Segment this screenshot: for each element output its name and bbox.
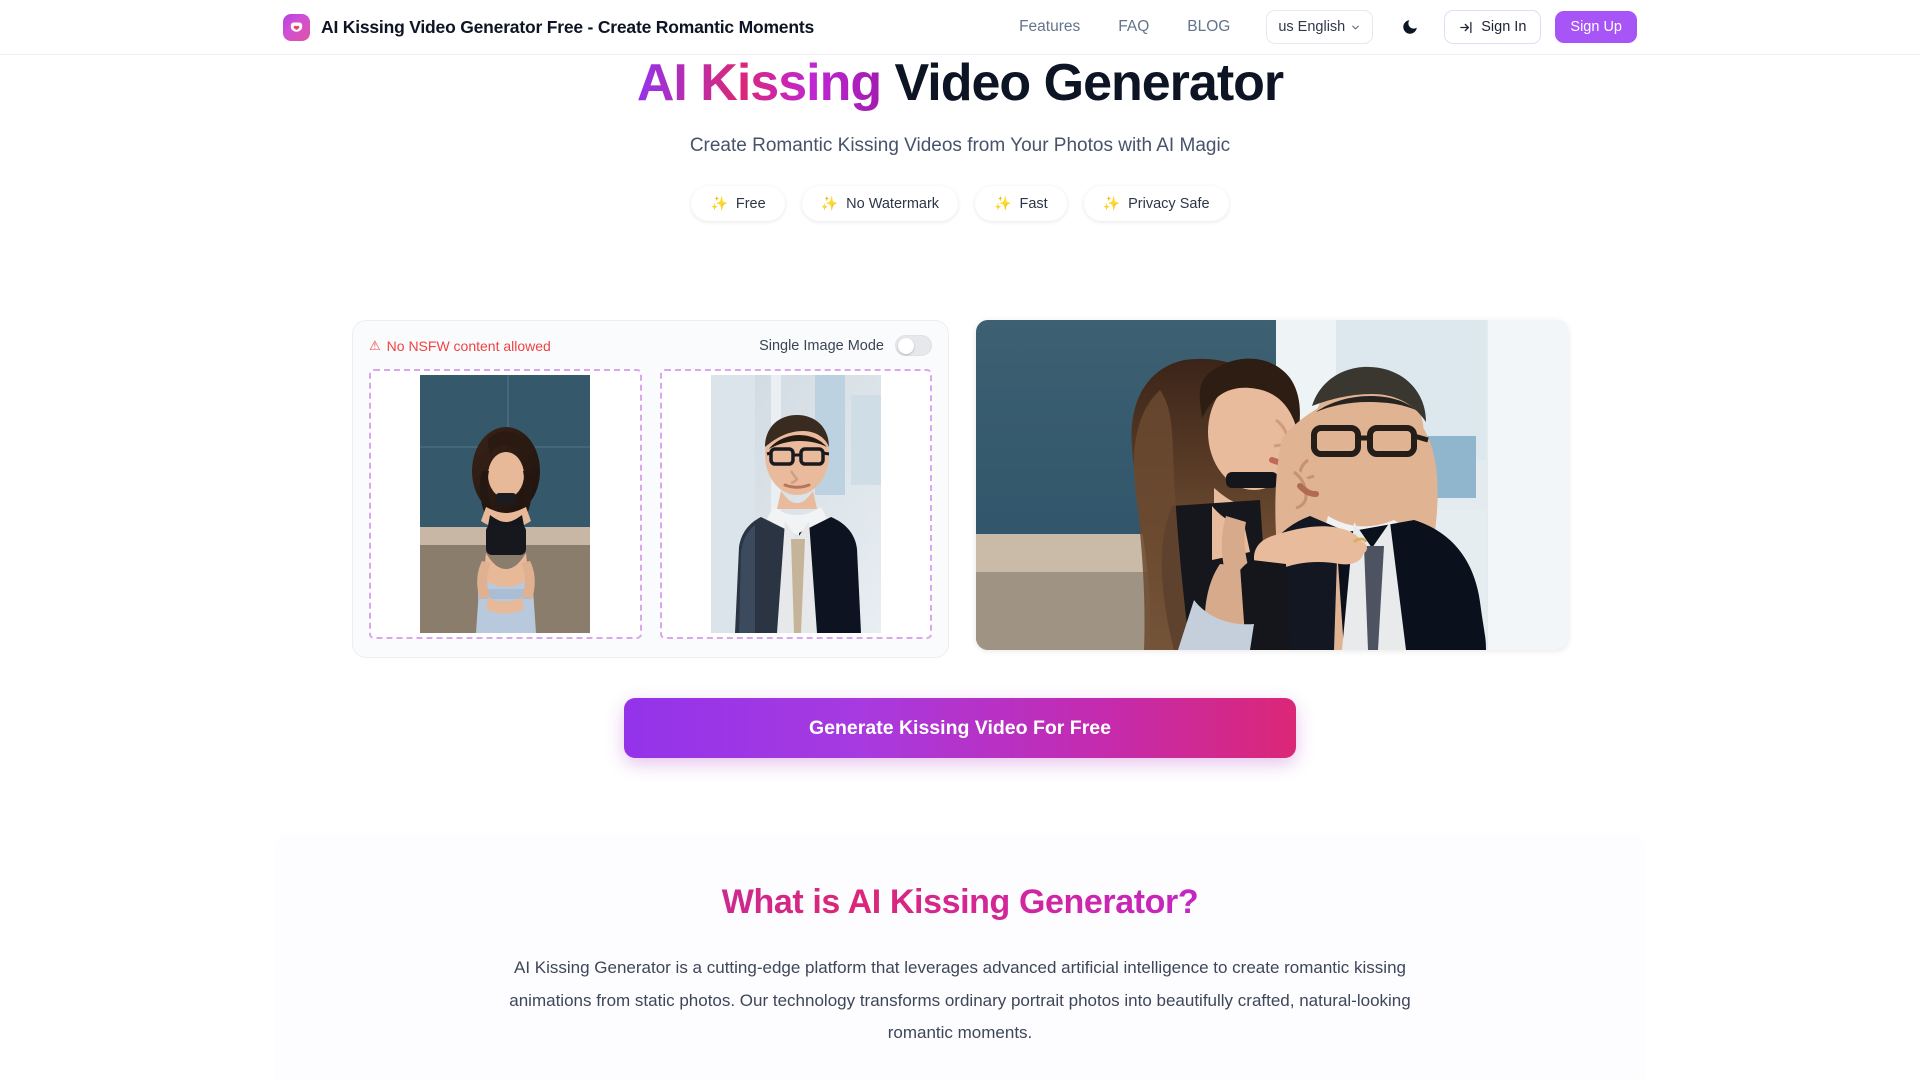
- hero-section: AI Kissing Video Generator Create Romant…: [0, 55, 1920, 222]
- cta-section: Generate Kissing Video For Free: [0, 698, 1920, 758]
- hero-title-gradient: AI Kissing: [636, 54, 882, 112]
- about-title: What is AI Kissing Generator?: [275, 883, 1645, 922]
- main-nav: Features FAQ BLOG: [1019, 18, 1230, 36]
- man-portrait-photo: [710, 375, 881, 633]
- kiss-logo-icon: [283, 13, 310, 41]
- result-preview-image[interactable]: [976, 320, 1568, 650]
- generate-video-button[interactable]: Generate Kissing Video For Free: [624, 698, 1296, 758]
- upload-slot-first[interactable]: [369, 369, 642, 639]
- moon-icon: [1403, 20, 1417, 34]
- hero-title: AI Kissing Video Generator: [0, 55, 1920, 111]
- woman-portrait-photo: [420, 375, 591, 633]
- site-header: AI Kissing Video Generator Free - Create…: [0, 0, 1920, 55]
- hero-badges: ✨ Free ✨ No Watermark ✨ Fast ✨ Privacy S…: [0, 186, 1920, 222]
- badge-free: ✨ Free: [691, 186, 785, 222]
- page-title: AI Kissing Video Generator Free - Create…: [321, 16, 814, 37]
- sign-in-button[interactable]: Sign In: [1444, 10, 1542, 44]
- about-section: What is AI Kissing Generator? AI Kissing…: [275, 833, 1645, 1080]
- badge-label: Privacy Safe: [1128, 195, 1210, 212]
- nsfw-warning: ⚠ No NSFW content allowed: [369, 338, 551, 354]
- sparkles-icon: ✨: [994, 195, 1012, 212]
- nav-link-blog[interactable]: BLOG: [1187, 18, 1230, 36]
- badge-label: Free: [735, 195, 766, 212]
- badge-privacy-safe: ✨ Privacy Safe: [1083, 186, 1229, 222]
- hero-title-plain: Video Generator: [894, 54, 1285, 112]
- sign-up-label: Sign Up: [1570, 19, 1622, 35]
- nav-link-faq[interactable]: FAQ: [1118, 18, 1149, 36]
- generator-workspace: ⚠ No NSFW content allowed Single Image M…: [352, 320, 1568, 658]
- sign-in-label: Sign In: [1481, 19, 1527, 35]
- hero-subtitle: Create Romantic Kissing Videos from Your…: [689, 135, 1231, 157]
- badge-label: No Watermark: [846, 195, 940, 212]
- sparkles-icon: ✨: [820, 195, 839, 212]
- badge-no-watermark: ✨ No Watermark: [801, 186, 959, 222]
- login-arrow-icon: [1460, 21, 1472, 33]
- toggle-knob: [898, 337, 914, 354]
- badge-label: Fast: [1019, 195, 1048, 212]
- upload-slots: [369, 369, 932, 639]
- single-image-mode-label: Single Image Mode: [759, 337, 884, 354]
- badge-fast: ✨ Fast: [975, 186, 1067, 222]
- sparkles-icon: ✨: [1102, 195, 1121, 212]
- language-label: us English: [1278, 19, 1346, 35]
- sign-up-button[interactable]: Sign Up: [1555, 11, 1637, 43]
- single-image-mode-control[interactable]: Single Image Mode: [759, 335, 932, 356]
- chevron-down-icon: [1352, 25, 1360, 29]
- upload-card-header: ⚠ No NSFW content allowed Single Image M…: [369, 335, 932, 356]
- nsfw-warning-label: No NSFW content allowed: [386, 337, 551, 354]
- theme-toggle-button[interactable]: [1396, 13, 1424, 41]
- nav-link-features[interactable]: Features: [1019, 18, 1080, 36]
- about-body: AI Kissing Generator is a cutting-edge p…: [509, 958, 1411, 1043]
- warning-triangle-icon: ⚠: [369, 337, 381, 353]
- language-selector[interactable]: us English: [1266, 10, 1374, 44]
- upload-slot-second[interactable]: [659, 369, 932, 639]
- sparkles-icon: ✨: [710, 195, 728, 212]
- single-image-mode-toggle[interactable]: [895, 335, 932, 356]
- brand[interactable]: AI Kissing Video Generator Free - Create…: [283, 13, 814, 41]
- kissing-couple-result: [976, 320, 1568, 650]
- upload-card: ⚠ No NSFW content allowed Single Image M…: [352, 320, 949, 658]
